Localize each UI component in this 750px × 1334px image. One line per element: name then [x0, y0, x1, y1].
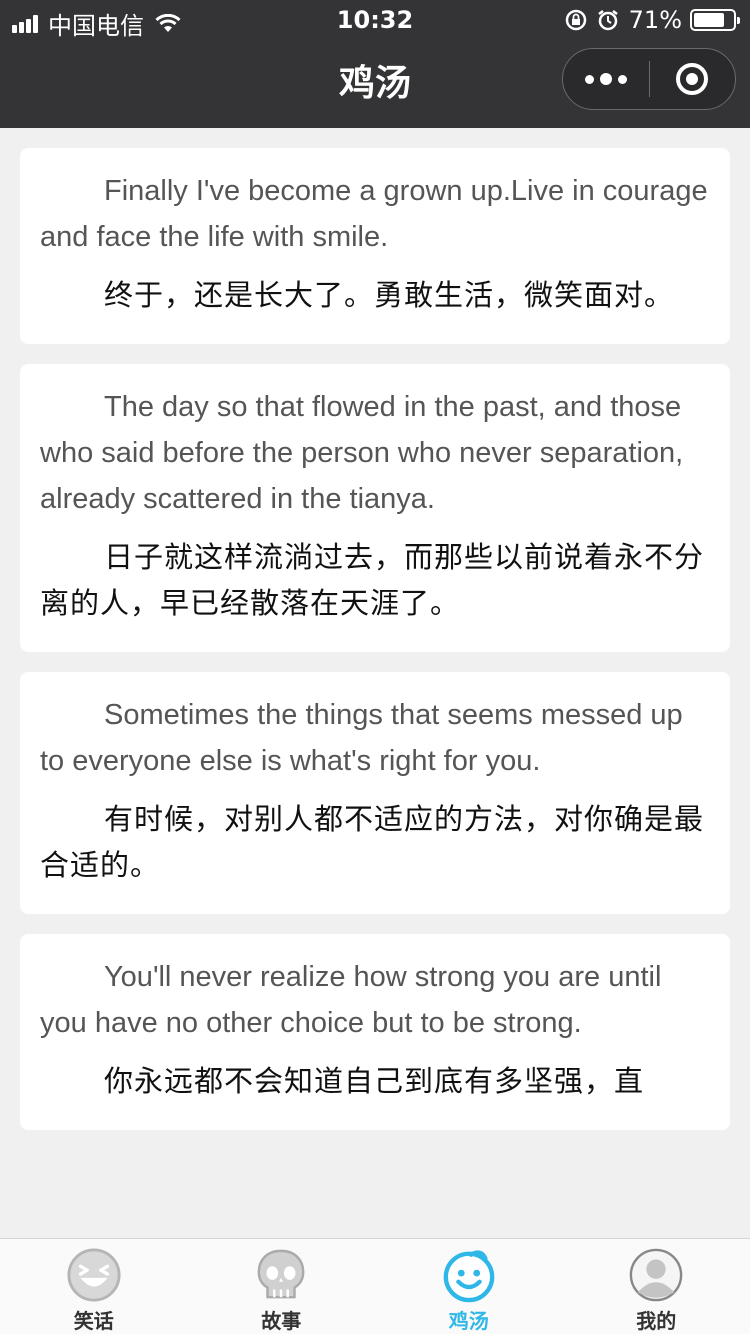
battery-icon [690, 9, 740, 31]
tab-stories[interactable]: 故事 [188, 1239, 376, 1334]
tab-chicken-soup[interactable]: 鸡汤 [375, 1239, 563, 1334]
skull-icon [257, 1249, 305, 1299]
header: 中国电信 10:32 71% 鸡汤 [0, 0, 750, 128]
target-close-icon [676, 63, 709, 95]
quote-chinese: 日子就这样流淌过去，而那些以前说着永不分离的人，早已经散落在天涯了。 [40, 540, 705, 620]
quote-card: You'll never realize how strong you are … [20, 934, 730, 1130]
quote-card: Finally I've become a grown up.Live in c… [20, 148, 730, 344]
more-dots-icon [582, 73, 630, 85]
status-bar: 中国电信 10:32 71% [0, 0, 750, 40]
quote-list[interactable]: Finally I've become a grown up.Live in c… [0, 128, 750, 1238]
tab-bar: 笑话 故事 鸡汤 我的 [0, 1238, 750, 1334]
tab-label: 我的 [636, 1309, 677, 1333]
laugh-face-icon [67, 1248, 121, 1302]
quote-english: The day so that flowed in the past, and … [40, 391, 684, 515]
tab-label: 故事 [261, 1309, 302, 1333]
tab-mine[interactable]: 我的 [563, 1239, 750, 1334]
status-right: 71% [565, 6, 740, 34]
quote-card: Sometimes the things that seems messed u… [20, 672, 730, 914]
quote-chinese: 有时候，对别人都不适应的方法，对你确是最合适的。 [40, 802, 705, 882]
mini-program-capsule [562, 48, 736, 110]
smile-face-icon [443, 1250, 495, 1303]
quote-english: Finally I've become a grown up.Live in c… [40, 175, 708, 253]
battery-percent: 71% [628, 6, 682, 34]
quote-card: The day so that flowed in the past, and … [20, 364, 730, 652]
tab-label: 鸡汤 [448, 1309, 489, 1333]
quote-chinese: 你永远都不会知道自己到底有多坚强，直 [104, 1064, 645, 1098]
rotation-lock-icon [565, 9, 586, 31]
quote-chinese: 终于，还是长大了。勇敢生活，微笑面对。 [104, 278, 675, 312]
user-avatar-icon [629, 1248, 683, 1302]
more-button[interactable] [563, 73, 649, 85]
tab-jokes[interactable]: 笑话 [0, 1239, 188, 1334]
quote-english: You'll never realize how strong you are … [40, 961, 662, 1039]
quote-english: Sometimes the things that seems messed u… [40, 699, 683, 777]
close-button[interactable] [650, 63, 735, 95]
alarm-icon [597, 10, 618, 31]
tab-label: 笑话 [73, 1309, 114, 1333]
